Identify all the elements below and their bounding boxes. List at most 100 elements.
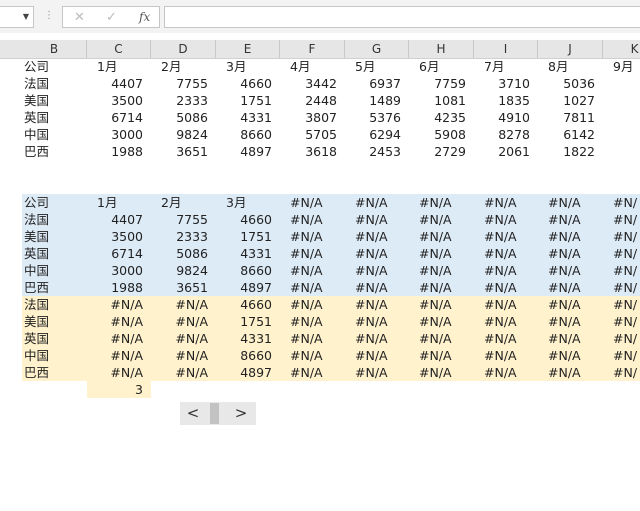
pager-thumb[interactable] <box>210 403 219 424</box>
insert-function-icon[interactable]: fx <box>139 10 150 24</box>
cell[interactable]: #N/A <box>546 279 603 296</box>
cell[interactable]: 1月 <box>95 58 151 75</box>
cell[interactable]: 3500 <box>87 228 151 245</box>
cell[interactable]: #N/A <box>353 330 409 347</box>
cell[interactable]: 6714 <box>87 245 151 262</box>
cell[interactable]: #N/A <box>546 211 603 228</box>
cell[interactable]: 3000 <box>87 126 151 143</box>
cell[interactable]: #N/A <box>546 330 603 347</box>
cell[interactable]: 2729 <box>409 143 474 160</box>
cell[interactable]: 2 <box>603 143 640 160</box>
cell[interactable]: 1027 <box>538 92 603 109</box>
cell[interactable]: 1988 <box>87 279 151 296</box>
cell[interactable]: 1489 <box>345 92 409 109</box>
cell[interactable]: 7755 <box>151 211 216 228</box>
cell[interactable]: #N/ <box>611 330 640 347</box>
cell[interactable]: #N/A <box>288 228 345 245</box>
column-header-j[interactable]: J <box>538 40 603 58</box>
cell[interactable]: #N/A <box>151 347 216 364</box>
cell[interactable]: #N/A <box>417 245 474 262</box>
cell[interactable]: #N/ <box>611 347 640 364</box>
cell[interactable]: #N/A <box>353 279 409 296</box>
cell[interactable]: #N/A <box>546 364 603 381</box>
cell[interactable]: 法国 <box>22 75 87 92</box>
cell[interactable]: 3651 <box>151 143 216 160</box>
cell[interactable]: #N/A <box>353 194 409 211</box>
column-header-i[interactable]: I <box>474 40 538 58</box>
cell[interactable]: #N/A <box>482 228 538 245</box>
cell[interactable]: #N/A <box>288 347 345 364</box>
column-header-c[interactable]: C <box>87 40 151 58</box>
cell[interactable]: #N/A <box>353 211 409 228</box>
cell[interactable]: 6937 <box>345 75 409 92</box>
cell[interactable]: 4 <box>603 109 640 126</box>
cell[interactable]: 巴西 <box>22 143 87 160</box>
cell[interactable]: #N/A <box>87 313 151 330</box>
cell[interactable]: #N/ <box>611 296 640 313</box>
cell[interactable]: #N/A <box>87 347 151 364</box>
cell[interactable]: 5705 <box>280 126 345 143</box>
cell[interactable]: 5086 <box>151 245 216 262</box>
cell[interactable]: #N/A <box>546 245 603 262</box>
cell[interactable]: #N/A <box>417 347 474 364</box>
cell[interactable]: 7 <box>603 126 640 143</box>
cell[interactable]: 1835 <box>474 92 538 109</box>
cell[interactable]: #N/A <box>87 364 151 381</box>
cell[interactable]: #N/A <box>87 296 151 313</box>
cell[interactable]: 8660 <box>216 347 280 364</box>
cell[interactable]: 2448 <box>280 92 345 109</box>
cell[interactable]: 1751 <box>216 228 280 245</box>
cell[interactable]: 5908 <box>409 126 474 143</box>
cell[interactable]: 4660 <box>216 75 280 92</box>
cell[interactable]: 5376 <box>345 109 409 126</box>
cell[interactable]: #N/A <box>353 245 409 262</box>
cell[interactable]: 5月 <box>353 58 409 75</box>
cell[interactable]: 1751 <box>216 313 280 330</box>
cell[interactable]: 法国 <box>22 211 87 228</box>
counter-cell[interactable]: 3 <box>87 381 151 398</box>
cell[interactable]: 1751 <box>216 92 280 109</box>
cell[interactable]: #N/A <box>482 330 538 347</box>
cell[interactable]: 3000 <box>87 262 151 279</box>
cell[interactable]: #N/A <box>417 194 474 211</box>
cell[interactable]: #N/A <box>482 296 538 313</box>
cell[interactable]: #N/A <box>482 279 538 296</box>
cell[interactable]: 2333 <box>151 92 216 109</box>
name-box[interactable]: ▼ <box>0 6 34 28</box>
cell[interactable]: #N/A <box>151 313 216 330</box>
cell[interactable]: #N/ <box>611 245 640 262</box>
cell[interactable]: #N/A <box>482 364 538 381</box>
column-header-d[interactable]: D <box>151 40 216 58</box>
cell[interactable]: 3618 <box>280 143 345 160</box>
cell[interactable]: 3月 <box>224 58 280 75</box>
cell[interactable]: 巴西 <box>22 279 87 296</box>
cell[interactable]: 4235 <box>409 109 474 126</box>
cell[interactable]: #N/A <box>353 228 409 245</box>
cell[interactable]: 2月 <box>159 58 216 75</box>
cell[interactable]: #N/A <box>353 296 409 313</box>
cell[interactable]: #N/A <box>288 330 345 347</box>
cell[interactable]: #N/ <box>611 211 640 228</box>
cell[interactable]: #N/A <box>546 347 603 364</box>
cell[interactable]: 3651 <box>151 279 216 296</box>
cell[interactable]: 9824 <box>151 262 216 279</box>
cell[interactable]: 5086 <box>151 109 216 126</box>
cell[interactable]: 巴西 <box>22 364 87 381</box>
cell[interactable]: 公司 <box>22 194 87 211</box>
cell[interactable]: 6月 <box>417 58 474 75</box>
column-header-b[interactable]: B <box>22 40 87 58</box>
cell[interactable]: 1月 <box>95 194 151 211</box>
cell[interactable]: 4407 <box>87 75 151 92</box>
cell[interactable]: #N/A <box>151 364 216 381</box>
cell[interactable]: 8278 <box>474 126 538 143</box>
cell[interactable]: #N/A <box>288 211 345 228</box>
cell[interactable]: 4660 <box>216 296 280 313</box>
cell[interactable]: 1 <box>603 92 640 109</box>
cell[interactable]: 美国 <box>22 228 87 245</box>
cell[interactable]: 美国 <box>22 92 87 109</box>
cell[interactable]: 中国 <box>22 347 87 364</box>
cell[interactable]: 中国 <box>22 262 87 279</box>
cell[interactable]: #N/A <box>151 330 216 347</box>
cell[interactable]: 中国 <box>22 126 87 143</box>
cell[interactable]: 4331 <box>216 109 280 126</box>
